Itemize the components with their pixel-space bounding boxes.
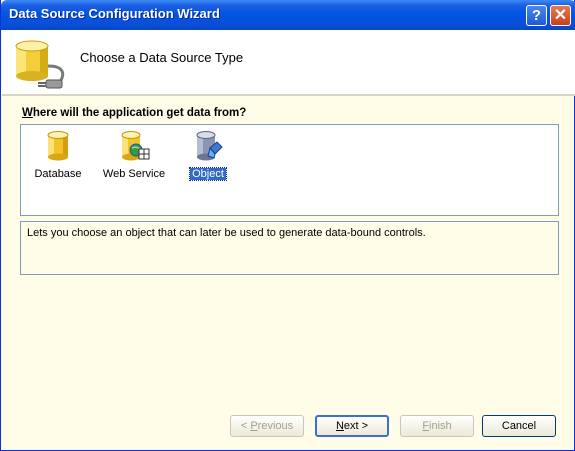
description-text: Lets you choose an object that can later… — [27, 227, 426, 239]
close-icon: ✕ — [553, 7, 568, 24]
cancel-label: Cancel — [501, 420, 537, 432]
question-accesskey: W — [22, 107, 33, 119]
data-source-list[interactable]: Database Web Service Object — [20, 124, 559, 216]
data-source-label-selected: Object — [189, 167, 227, 181]
wizard-window: Data Source Configuration Wizard ? ✕ Cho… — [0, 0, 575, 451]
description-box: Lets you choose an object that can later… — [20, 221, 559, 275]
object-icon — [196, 131, 223, 161]
data-source-question: Where will the application get data from… — [22, 107, 246, 119]
question-text: here will the application get data from? — [32, 107, 247, 119]
data-source-plug-icon — [15, 40, 65, 89]
data-source-database[interactable]: Database — [31, 130, 85, 181]
window-title: Data Source Configuration Wizard — [9, 6, 220, 21]
next-accesskey: N — [335, 420, 344, 432]
header-divider — [2, 94, 575, 96]
database-icon — [47, 131, 69, 161]
help-icon: ? — [531, 7, 542, 24]
web-service-icon — [121, 131, 150, 161]
cancel-button[interactable]: Cancel — [482, 415, 556, 437]
data-source-web-service[interactable]: Web Service — [99, 130, 169, 181]
next-label: ext > — [343, 420, 369, 432]
close-button[interactable]: ✕ — [550, 5, 571, 26]
help-button[interactable]: ? — [526, 5, 547, 26]
previous-accesskey: P — [250, 420, 258, 432]
next-button[interactable]: Next > — [315, 415, 389, 437]
title-bar[interactable]: Data Source Configuration Wizard ? ✕ — [1, 0, 575, 30]
previous-label: revious — [257, 420, 294, 432]
previous-prefix: < — [240, 420, 251, 432]
page-title: Choose a Data Source Type — [80, 50, 244, 65]
finish-button[interactable]: Finish — [400, 415, 474, 437]
finish-label: inish — [429, 420, 452, 432]
previous-button[interactable]: < Previous — [230, 415, 304, 437]
data-source-label: Web Service — [102, 168, 166, 180]
data-source-label: Database — [34, 168, 82, 180]
data-source-object[interactable]: Object — [183, 130, 233, 181]
